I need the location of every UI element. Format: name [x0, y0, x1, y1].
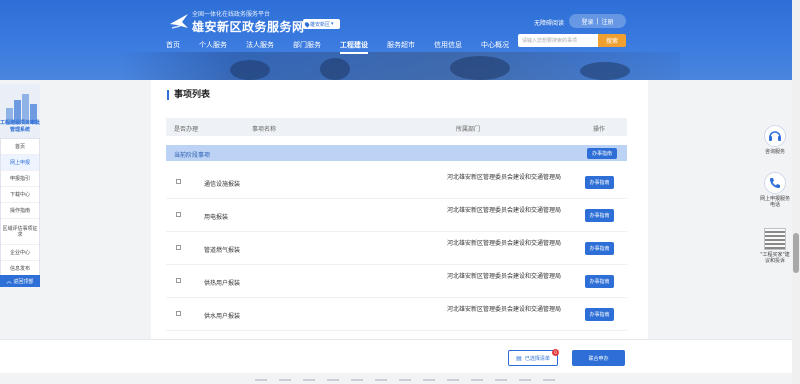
qrcode-icon [764, 228, 786, 250]
col-department: 所属部门 [456, 126, 481, 133]
row-department: 河北雄安新区管理委员会建设和交通管理局 [447, 306, 562, 313]
scrollbar-thumb[interactable] [793, 233, 799, 273]
qrcode-widget[interactable]: "工程买家"建议和投诉 [760, 228, 790, 264]
site-title[interactable]: 雄安新区政务服务网 [192, 18, 305, 35]
sidebar-item-online-apply[interactable]: 网上申报 [1, 155, 39, 171]
row-checkbox[interactable] [176, 278, 181, 283]
document-icon: ▤ [516, 354, 522, 362]
row-guide-button[interactable]: 办事指南 [585, 308, 614, 321]
row-department: 河北雄安新区管理委员会建设和交通管理局 [447, 174, 562, 181]
table-header: 是否办理 事项名称 所属部门 操作 [166, 118, 627, 136]
row-guide-button[interactable]: 办事指南 [585, 209, 614, 222]
qrcode-label: "工程买家"建议和投诉 [760, 252, 790, 264]
nav-service-market[interactable]: 服务超市 [387, 40, 415, 50]
row-item-name: 供热用户报装 [204, 280, 241, 287]
nav-department[interactable]: 部门服务 [293, 40, 321, 50]
sidebar-item-download[interactable]: 下载中心 [1, 187, 39, 203]
chevron-down-icon: ▾ [331, 21, 334, 27]
row-checkbox[interactable] [176, 212, 181, 217]
footer-links-placeholder [255, 379, 555, 381]
sidebar-menu: 首页 网上申报 申报指引 下载中心 操作指南 区域评估事项征求 企业中心 信息发… [0, 138, 40, 278]
region-select-value: 雄安新区 [310, 21, 331, 28]
row-checkbox[interactable] [176, 245, 181, 250]
row-department: 河北雄安新区管理委员会建设和交通管理局 [447, 240, 562, 247]
row-checkbox[interactable] [176, 311, 181, 316]
consult-service-widget[interactable]: 咨询服务 [760, 125, 790, 155]
table-row: 供水用户报装 河北雄安新区管理委员会建设和交通管理局 办事指南 [166, 298, 627, 331]
footer-strip [0, 373, 800, 384]
auth-pill: 登录 | 注册 [569, 14, 626, 28]
site-logo-icon[interactable] [168, 10, 190, 32]
selected-count-badge: 0 [552, 349, 559, 356]
region-select[interactable]: 雄安新区 ▾ [303, 19, 340, 29]
nav-center[interactable]: 中心概况 [481, 40, 509, 50]
table-row: 管道燃气报装 河北雄安新区管理委员会建设和交通管理局 办事指南 [166, 232, 627, 265]
nav-personal[interactable]: 个人服务 [199, 40, 227, 50]
row-department: 河北雄安新区管理委员会建设和交通管理局 [447, 273, 562, 280]
back-to-top-label: 返回顶部 [13, 278, 34, 285]
page-scrollbar[interactable] [792, 0, 800, 384]
auth-divider: | [596, 17, 599, 25]
table-row: 用电报装 河北雄安新区管理委员会建设和交通管理局 办事指南 [166, 199, 627, 232]
table-row: 供热用户报装 河北雄安新区管理委员会建设和交通管理局 办事指南 [166, 265, 627, 298]
row-checkbox[interactable] [176, 179, 181, 184]
stage-guide-button[interactable]: 办事指南 [587, 148, 617, 159]
nav-home[interactable]: 首页 [166, 40, 180, 50]
row-guide-button[interactable]: 办事指南 [585, 176, 614, 189]
consult-service-label: 咨询服务 [764, 149, 785, 155]
selected-list-label: 已选择清单 [524, 355, 550, 362]
page-title: 事项列表 [167, 90, 210, 100]
sidebar-title: 工程建设项目审批管理系统 [0, 120, 41, 133]
header-banner-photo [120, 52, 680, 80]
search-input[interactable]: 请输入您想要搜索的事项 [518, 34, 598, 47]
phone-service-label: 网上申报服务电话 [760, 196, 791, 208]
joint-apply-button[interactable]: 联合申办 [572, 350, 625, 366]
headset-icon [764, 125, 786, 147]
table-row: 通信设施报装 河北雄安新区管理委员会建设和交通管理局 办事指南 [166, 166, 627, 199]
row-guide-button[interactable]: 办事指南 [585, 275, 614, 288]
main-nav: 首页 个人服务 法人服务 部门服务 工程建设 服务超市 信用信息 中心概况 [166, 40, 528, 54]
stage-row: 当前阶段事项 办事指南 [166, 145, 627, 161]
site-subtitle: 全国一体化在线政务服务平台 [192, 11, 271, 18]
stage-label: 当前阶段事项 [174, 152, 211, 159]
back-to-top-button[interactable]: ︽ 返回顶部 [0, 275, 40, 287]
sidebar-item-home[interactable]: 首页 [1, 139, 39, 155]
row-item-name: 管道燃气报装 [204, 247, 241, 254]
search-button[interactable]: 搜索 [598, 34, 626, 47]
accessibility-link[interactable]: 无障碍阅读 [534, 18, 564, 27]
row-department: 河北雄安新区管理委员会建设和交通管理局 [447, 207, 562, 214]
col-action: 操作 [593, 126, 606, 133]
bottom-action-bar [0, 339, 800, 373]
selected-list-button[interactable]: ▤ 已选择清单 [508, 350, 558, 366]
row-item-name: 用电报装 [204, 214, 229, 221]
sidebar-logo: 工程建设项目审批管理系统 [0, 84, 40, 140]
sidebar-item-manual[interactable]: 操作指南 [1, 203, 39, 219]
col-handle: 是否办理 [174, 126, 199, 133]
login-link[interactable]: 登录 [581, 17, 593, 26]
sidebar-item-guide[interactable]: 申报指引 [1, 171, 39, 187]
sidebar-item-regional-assessment[interactable]: 区域评估事项征求 [1, 219, 39, 245]
phone-icon [764, 172, 786, 194]
col-item-name: 事项名称 [252, 126, 277, 133]
row-item-name: 通信设施报装 [204, 181, 241, 188]
row-guide-button[interactable]: 办事指南 [585, 242, 614, 255]
nav-credit[interactable]: 信用信息 [434, 40, 462, 50]
sidebar-item-enterprise[interactable]: 企业中心 [1, 245, 39, 261]
row-item-name: 供水用户报装 [204, 313, 241, 320]
phone-service-widget[interactable]: 网上申报服务电话 [760, 172, 790, 208]
double-chevron-up-icon: ︽ [6, 278, 12, 285]
register-link[interactable]: 注册 [602, 17, 614, 26]
nav-engineering[interactable]: 工程建设 [340, 40, 368, 54]
nav-corporate[interactable]: 法人服务 [246, 40, 274, 50]
